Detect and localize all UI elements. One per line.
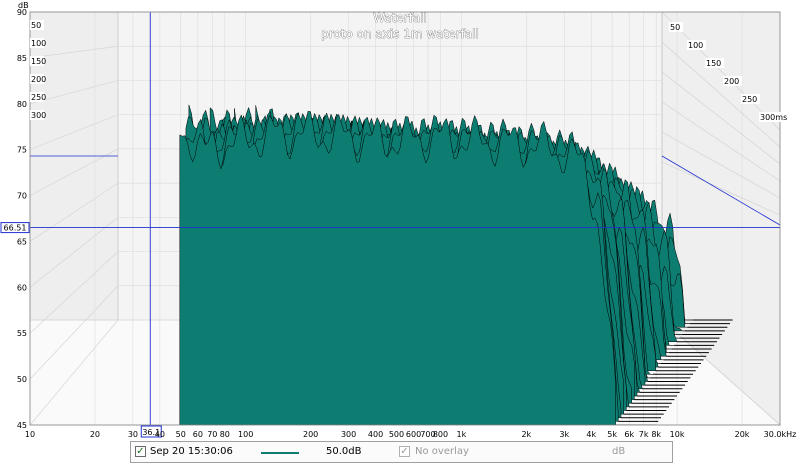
x-tick-label: 400 [368,430,383,439]
y-tick-label: 75 [17,146,27,155]
y-tick-label: 85 [17,54,27,63]
x-tick-label: 3k [559,430,569,439]
x-tick-label: 2k [521,430,531,439]
y-tick-label: 45 [17,421,27,430]
overlay-checkbox[interactable]: ✓ [399,446,410,457]
y-tick-label: 50 [17,375,27,384]
x-tick-label: 1k [457,430,467,439]
chart-subtitle: proto on axis 1m waterfall [321,27,479,41]
x-tick-label: 10 [25,430,35,439]
x-tick-label: 100 [238,430,253,439]
x-tick-label: 10k [670,430,685,439]
series-label: Sep 20 15:30:06 [150,446,233,457]
y-tick-label: 70 [17,192,27,201]
x-tick-label: 800 [433,430,448,439]
time-tick-front: 250 [31,93,46,102]
x-tick-label: 6k [624,430,634,439]
x-tick-label: 500 [389,430,404,439]
time-tick-side: 50 [670,23,680,32]
time-tick-side: 100 [688,41,703,50]
overlay-label: No overlay [415,446,469,457]
unit-label: dB [612,446,626,457]
time-tick-side: 300ms [760,113,787,122]
cursor-y-label: 66.51 [4,224,27,233]
legend-bar: ✓ Sep 20 15:30:06 50.0dB ✓ No overlay dB [130,441,673,463]
y-tick-label: 60 [17,283,27,292]
y-tick-label: 55 [17,329,27,338]
chart-title: Waterfall [373,11,427,25]
time-tick-side: 200 [724,77,739,86]
series-checkbox[interactable]: ✓ [135,446,146,457]
time-tick-front: 100 [31,39,46,48]
time-tick-front: 50 [31,21,41,30]
time-tick-side: 250 [742,95,757,104]
x-tick-label: 600 [406,430,421,439]
x-tick-label: 60 [193,430,203,439]
x-tick-label: 4k [586,430,596,439]
x-tick-label: 80 [220,430,230,439]
x-tick-label: 300 [341,430,356,439]
x-tick-label: 8k [651,430,661,439]
x-tick-label: 200 [303,430,318,439]
x-tick-label: 5k [607,430,617,439]
x-tick-label: 50 [176,430,186,439]
x-tick-label: 30.0kHz [764,430,797,439]
x-tick-label: 20 [90,430,100,439]
y-unit-label: dB [18,1,29,10]
waterfall-chart: 66.5136.1 90858075706560555045dB10 20 30 40… [0,1,797,439]
time-tick-front: 200 [31,75,46,84]
time-tick-side: 150 [706,59,721,68]
x-tick-label: 70 [207,430,217,439]
time-tick-front: 300 [31,111,46,120]
series-swatch [261,452,299,454]
x-tick-label: 7k [639,430,649,439]
time-tick-front: 150 [31,57,46,66]
range-label: 50.0dB [326,446,362,457]
y-tick-label: 80 [17,100,27,109]
x-tick-label: 20k [735,430,750,439]
waterfall-slice [179,111,616,425]
x-tick-label: 30 [128,430,138,439]
y-tick-label: 65 [17,237,27,246]
x-tick-label: 40 [155,430,165,439]
